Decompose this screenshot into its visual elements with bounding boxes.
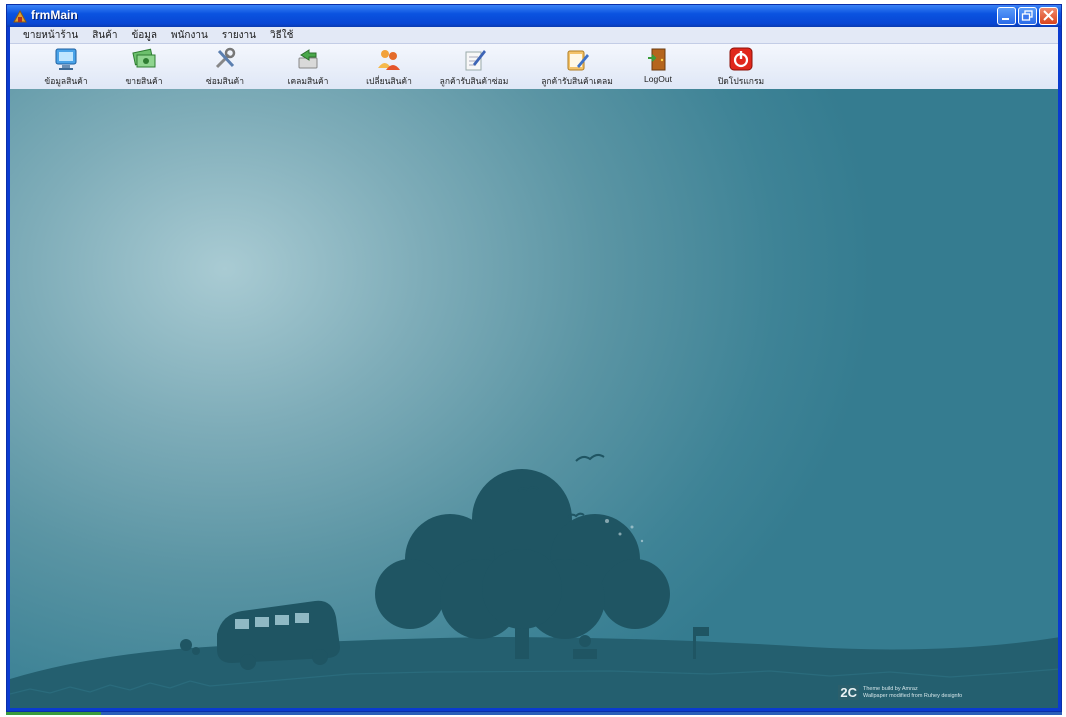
toolbar-claim-button[interactable]: เคลมสินค้า [273, 46, 343, 88]
tools-icon [215, 47, 236, 69]
close-icon [1043, 10, 1054, 21]
main-window: frmMain ขายหน้าร้าน สินค้า ข้อมูล พนักงา… [6, 4, 1062, 712]
menu-bar: ขายหน้าร้าน สินค้า ข้อมูล พนักงาน รายงาน… [10, 27, 1058, 44]
people-icon [378, 50, 400, 70]
toolbar-exit-program-button[interactable]: ปิดโปรแกรม [706, 46, 776, 88]
pen-document-icon [465, 50, 486, 71]
minimize-button[interactable] [997, 7, 1016, 25]
toolbar-repair-button[interactable]: ซ่อมสินค้า [190, 46, 260, 88]
logout-door-icon [648, 48, 666, 71]
toolbar-logout-button[interactable]: LogOut [623, 46, 693, 84]
window-title: frmMain [31, 8, 78, 22]
toolbar: ข้อมูลสินค้า ขายสินค้า ซ่อมสินค้า เคลมสิ… [10, 44, 1058, 90]
menu-sales[interactable]: ขายหน้าร้าน [16, 28, 85, 43]
menu-reports[interactable]: รายงาน [215, 28, 263, 43]
notepad-icon [567, 50, 589, 71]
restore-icon [1021, 10, 1033, 21]
toolbar-product-info-button[interactable]: ข้อมูลสินค้า [31, 46, 101, 88]
desktop-wallpaper: 2C Theme build by Amraz Wallpaper modifi… [10, 89, 1058, 708]
wallpaper-credit: 2C Theme build by Amraz Wallpaper modifi… [838, 685, 1013, 700]
menu-products[interactable]: สินค้า [85, 28, 124, 43]
credit-line-2: Wallpaper modified from Ruhey designfo [863, 692, 963, 699]
title-bar[interactable]: frmMain [7, 5, 1061, 27]
menu-data[interactable]: ข้อมูล [124, 28, 164, 43]
client-area: ขายหน้าร้าน สินค้า ข้อมูล พนักงาน รายงาน… [10, 27, 1058, 708]
maximize-button[interactable] [1018, 7, 1037, 25]
exchange-icon [298, 49, 318, 69]
wallpaper-scene [10, 453, 1058, 708]
tree-silhouette [375, 469, 670, 659]
toolbar-receive-repair-button[interactable]: ลูกค้ารับสินค้าซ่อม [439, 46, 509, 88]
money-icon [132, 48, 156, 68]
start-button-edge[interactable] [6, 712, 101, 715]
monitor-icon [55, 48, 77, 70]
credit-line-1: Theme build by Amraz [863, 685, 918, 692]
menu-employees[interactable]: พนักงาน [164, 28, 215, 43]
close-button[interactable] [1039, 7, 1058, 25]
menu-help[interactable]: วิธีใช้ [263, 28, 300, 43]
credit-logo: 2C [838, 685, 859, 700]
taskbar-edge [6, 712, 1062, 715]
toolbar-exchange-button[interactable]: เปลี่ยนสินค้า [354, 46, 424, 88]
app-icon [13, 9, 27, 23]
toolbar-sell-button[interactable]: ขายสินค้า [109, 46, 179, 88]
minimize-icon [1002, 18, 1009, 20]
toolbar-receive-claim-button[interactable]: ลูกค้ารับสินค้าเคลม [541, 46, 613, 88]
power-icon [729, 47, 753, 71]
